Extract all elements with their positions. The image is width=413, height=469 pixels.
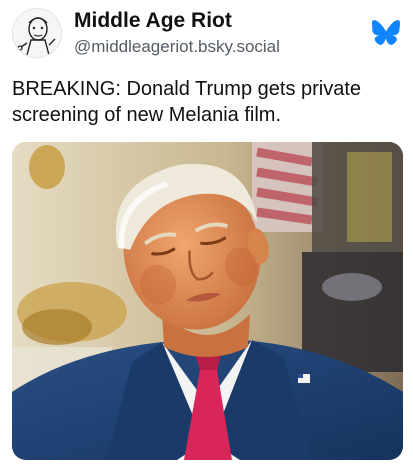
- avatar[interactable]: [12, 8, 62, 58]
- post-text-line: BREAKING: Donald Trump gets private: [12, 78, 362, 100]
- author-display-name[interactable]: Middle Age Riot: [74, 8, 232, 34]
- post-text-line: screening of new Melania film.: [12, 104, 282, 126]
- butterfly-icon[interactable]: [372, 20, 400, 45]
- author-handle[interactable]: @middleageriot.bsky.social: [74, 36, 280, 58]
- post-card[interactable]: Middle Age Riot @middleageriot.bsky.soci…: [0, 0, 413, 469]
- photo-illustration: [12, 142, 403, 460]
- post-text: BREAKING: Donald Trump gets private scre…: [12, 76, 404, 128]
- avatar-caricature-icon: [13, 9, 61, 57]
- post-image[interactable]: [12, 142, 403, 460]
